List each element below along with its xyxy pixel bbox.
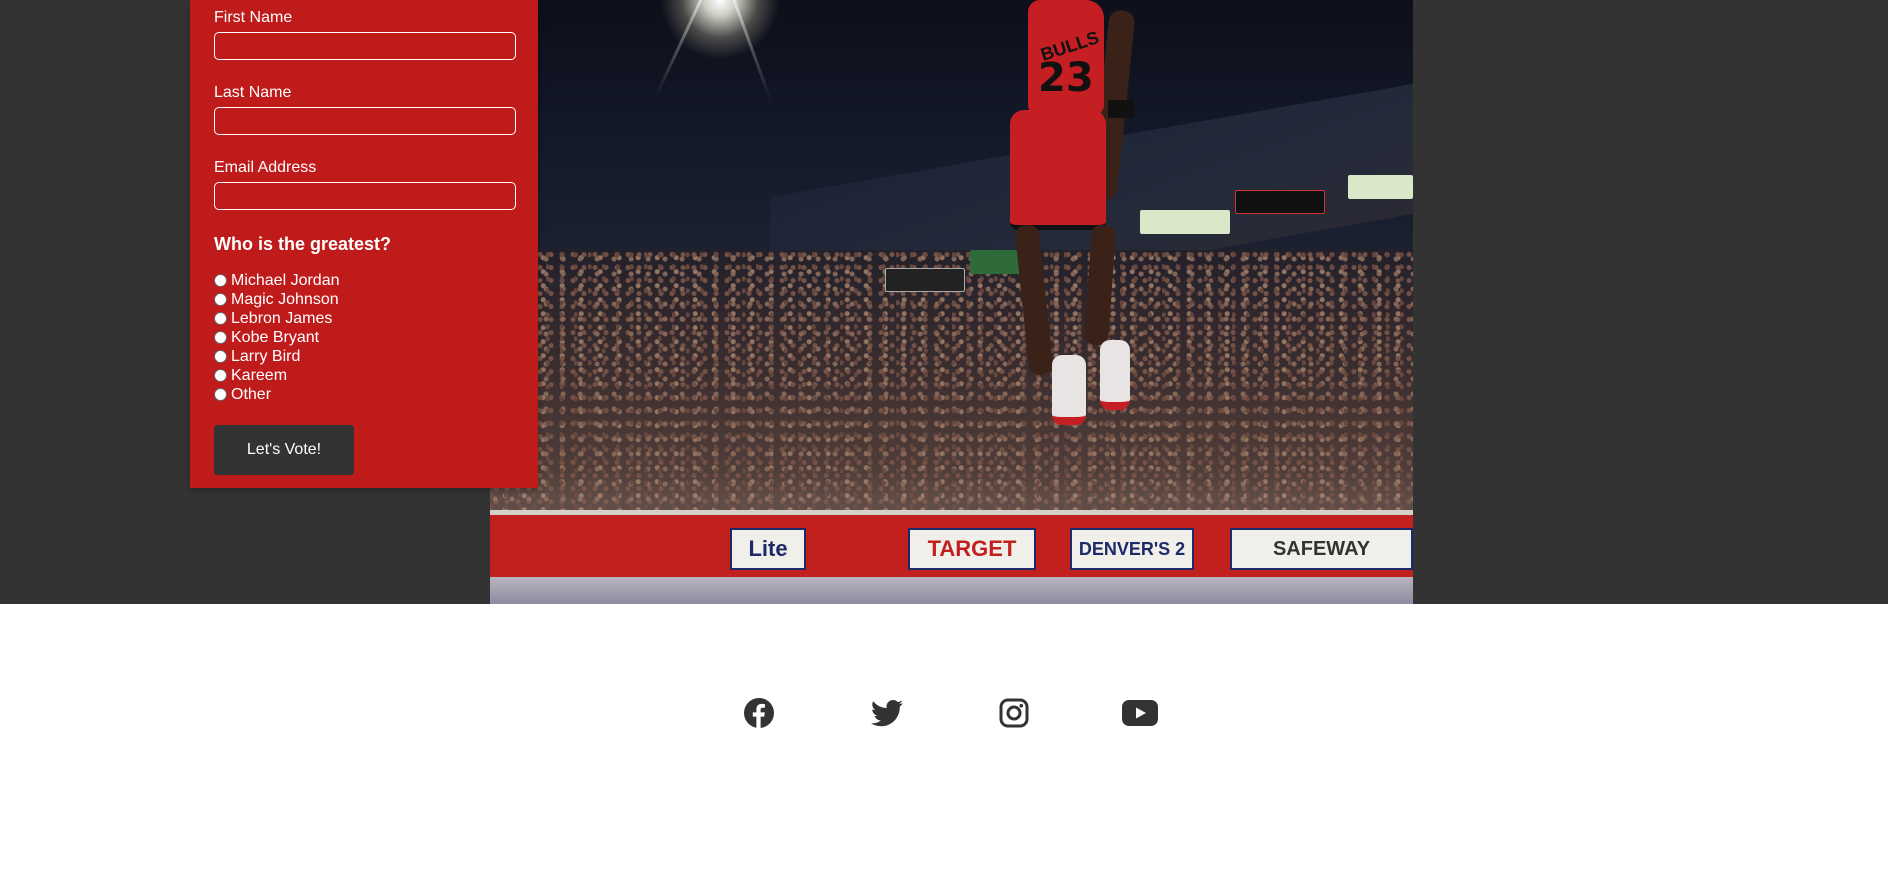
scoreboard: [1235, 190, 1325, 214]
ad-lite: Lite: [730, 528, 806, 570]
player-shoe: [1052, 355, 1086, 425]
arena-banner: [1348, 175, 1413, 199]
radio-button[interactable]: [214, 293, 227, 306]
youtube-icon[interactable]: [1122, 695, 1158, 731]
option-label: Kobe Bryant: [231, 328, 320, 346]
player-shorts: [1010, 110, 1106, 230]
ad-denvers: DENVER'S 2: [1070, 528, 1194, 570]
ad-safeway: SAFEWAY: [1230, 528, 1413, 570]
option-label: Magic Johnson: [231, 290, 339, 308]
option-kobe-bryant[interactable]: Kobe Bryant: [214, 328, 514, 347]
poll-question: Who is the greatest?: [214, 234, 392, 254]
ad-target: TARGET: [908, 528, 1036, 570]
option-label: Michael Jordan: [231, 271, 340, 289]
email-label: Email Address: [214, 159, 317, 176]
vote-form: First Name Last Name Email Address Who i…: [190, 0, 538, 488]
court-floor: [490, 577, 1413, 604]
option-label: Kareem: [231, 366, 288, 384]
option-label: Lebron James: [231, 309, 333, 327]
facebook-icon[interactable]: [741, 695, 777, 731]
first-name-input[interactable]: [214, 32, 516, 60]
option-lebron-james[interactable]: Lebron James: [214, 309, 514, 328]
option-label: Larry Bird: [231, 347, 301, 365]
radio-button[interactable]: [214, 369, 227, 382]
radio-button[interactable]: [214, 274, 227, 287]
option-larry-bird[interactable]: Larry Bird: [214, 347, 514, 366]
first-name-label: First Name: [214, 9, 293, 26]
radio-button[interactable]: [214, 350, 227, 363]
hero-section: Lite TARGET DENVER'S 2 SAFEWAY BULLS 23 …: [0, 0, 1888, 604]
radio-button[interactable]: [214, 331, 227, 344]
option-michael-jordan[interactable]: Michael Jordan: [214, 271, 514, 290]
instagram-icon[interactable]: [996, 695, 1032, 731]
arena-banner: [1140, 210, 1230, 234]
option-kareem[interactable]: Kareem: [214, 366, 514, 385]
player-leg: [1014, 224, 1054, 376]
option-label: Other: [231, 385, 272, 403]
social-links: [0, 695, 1888, 735]
player-figure: BULLS 23: [1000, 0, 1150, 440]
arena-banner: [885, 268, 965, 292]
vote-submit-button[interactable]: Let's Vote!: [214, 425, 354, 475]
player-leg: [1083, 224, 1117, 346]
hero-photo: Lite TARGET DENVER'S 2 SAFEWAY: [490, 0, 1413, 604]
last-name-label: Last Name: [214, 84, 292, 101]
option-magic-johnson[interactable]: Magic Johnson: [214, 290, 514, 309]
option-other[interactable]: Other: [214, 385, 514, 404]
radio-button[interactable]: [214, 388, 227, 401]
radio-button[interactable]: [214, 312, 227, 325]
last-name-input[interactable]: [214, 107, 516, 135]
twitter-icon[interactable]: [869, 695, 905, 731]
email-input[interactable]: [214, 182, 516, 210]
jersey-number: 23: [1038, 55, 1094, 101]
player-shoe: [1100, 340, 1130, 410]
player-wristband: [1108, 100, 1134, 118]
